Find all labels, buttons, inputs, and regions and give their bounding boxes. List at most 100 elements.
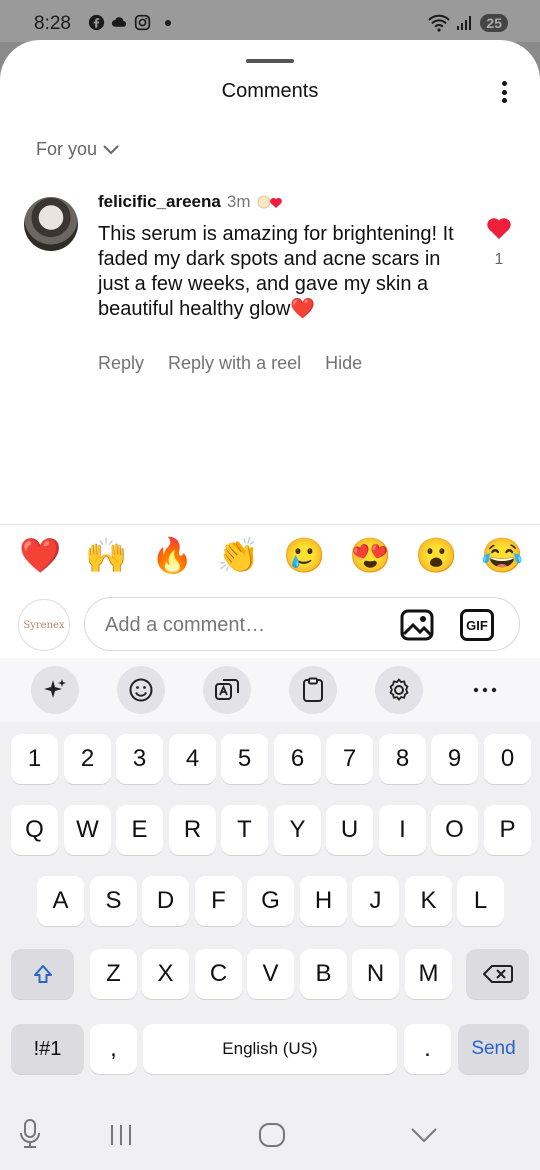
image-icon xyxy=(400,609,434,641)
key-9[interactable]: 9 xyxy=(431,734,478,784)
clipboard-button[interactable] xyxy=(289,666,337,714)
translate-icon xyxy=(215,679,239,700)
backspace-key[interactable] xyxy=(466,949,529,999)
comma-key[interactable]: , xyxy=(90,1024,137,1074)
key-h[interactable]: H xyxy=(300,876,347,926)
key-g[interactable]: G xyxy=(247,876,294,926)
reply-with-reel-button[interactable]: Reply with a reel xyxy=(168,353,301,374)
ai-tools-button[interactable] xyxy=(31,666,79,714)
heart-icon xyxy=(487,218,511,239)
status-time: 8:28 xyxy=(34,13,71,34)
cloud-icon xyxy=(111,17,127,27)
key-c[interactable]: C xyxy=(195,949,242,999)
key-0[interactable]: 0 xyxy=(484,734,531,784)
hide-button[interactable]: Hide xyxy=(325,353,362,374)
sheet-title: Comments xyxy=(221,80,319,102)
more-dot xyxy=(501,98,507,103)
reaction-surprised[interactable]: 😮 xyxy=(415,536,457,576)
key-t[interactable]: T xyxy=(221,805,268,855)
chevron-down-icon xyxy=(103,144,119,154)
hide-keyboard-icon[interactable] xyxy=(410,1126,438,1144)
key-5[interactable]: 5 xyxy=(221,734,268,784)
symbols-key[interactable]: !#1 xyxy=(11,1024,84,1074)
key-l[interactable]: L xyxy=(457,876,504,926)
emoji-keyboard-button[interactable] xyxy=(117,666,165,714)
key-p[interactable]: P xyxy=(484,805,531,855)
key-m[interactable]: M xyxy=(405,949,452,999)
period-key[interactable]: . xyxy=(404,1024,451,1074)
comments-sheet: Comments For you felicific_areena 3m Thi… xyxy=(0,40,540,658)
key-2[interactable]: 2 xyxy=(64,734,111,784)
key-k[interactable]: K xyxy=(405,876,452,926)
key-y[interactable]: Y xyxy=(274,805,321,855)
keyboard-toolbar xyxy=(0,658,540,722)
status-notification-icons xyxy=(88,14,171,31)
send-key[interactable]: Send xyxy=(458,1024,529,1074)
more-notifications-dot xyxy=(165,19,171,26)
battery-indicator: 25 xyxy=(480,14,508,32)
wifi-icon xyxy=(428,14,451,32)
comment-username[interactable]: felicific_areena xyxy=(98,192,221,212)
like-comment-button[interactable]: 1 xyxy=(484,216,514,269)
keyboard-more-button[interactable] xyxy=(461,666,509,714)
translate-button[interactable] xyxy=(203,666,251,714)
reaction-fire[interactable]: 🔥 xyxy=(151,536,193,576)
key-1[interactable]: 1 xyxy=(11,734,58,784)
reply-button[interactable]: Reply xyxy=(98,353,144,374)
avatar[interactable] xyxy=(24,197,78,251)
reaction-tear-smile[interactable]: 🥲 xyxy=(283,536,325,576)
account-avatar[interactable]: Syrenex xyxy=(18,599,70,651)
sparkle-icon xyxy=(44,679,66,698)
key-3[interactable]: 3 xyxy=(116,734,163,784)
key-4[interactable]: 4 xyxy=(169,734,216,784)
comment-input[interactable] xyxy=(105,610,385,640)
quick-reactions-bar: ❤️ 🙌 🔥 👏 🥲 😍 😮 😂 xyxy=(0,536,540,576)
keyboard-number-row: 1 2 3 4 5 6 7 8 9 0 xyxy=(0,734,540,786)
reaction-heart[interactable]: ❤️ xyxy=(19,536,61,576)
key-a[interactable]: A xyxy=(37,876,84,926)
key-6[interactable]: 6 xyxy=(274,734,321,784)
clipboard-icon xyxy=(303,677,323,702)
key-w[interactable]: W xyxy=(64,805,111,855)
microphone-icon[interactable] xyxy=(18,1118,42,1150)
reaction-heart-eyes[interactable]: 😍 xyxy=(349,536,391,576)
key-n[interactable]: N xyxy=(352,949,399,999)
comment-text: This serum is amazing for brightening! I… xyxy=(98,223,454,320)
key-s[interactable]: S xyxy=(90,876,137,926)
key-o[interactable]: O xyxy=(431,805,478,855)
key-f[interactable]: F xyxy=(195,876,242,926)
add-image-button[interactable] xyxy=(399,607,435,643)
reaction-clapping[interactable]: 👏 xyxy=(217,536,259,576)
key-d[interactable]: D xyxy=(142,876,189,926)
shift-key[interactable] xyxy=(11,949,74,999)
key-r[interactable]: R xyxy=(169,805,216,855)
sort-filter-dropdown[interactable]: For you xyxy=(36,139,119,160)
comment-composer: Syrenex GIF xyxy=(0,595,540,655)
smiley-icon xyxy=(129,678,153,702)
reaction-laughing[interactable]: 😂 xyxy=(481,536,523,576)
key-z[interactable]: Z xyxy=(90,949,137,999)
key-8[interactable]: 8 xyxy=(379,734,426,784)
keyboard-settings-button[interactable] xyxy=(375,666,423,714)
like-count: 1 xyxy=(494,251,504,268)
recent-apps-icon[interactable] xyxy=(108,1124,134,1146)
gif-button[interactable]: GIF xyxy=(460,609,494,641)
reaction-raised-hands[interactable]: 🙌 xyxy=(85,536,127,576)
more-options-button[interactable] xyxy=(492,78,516,106)
on-screen-keyboard: 1 2 3 4 5 6 7 8 9 0 Q W E R T Y U I O P … xyxy=(0,658,540,1088)
key-q[interactable]: Q xyxy=(11,805,58,855)
key-7[interactable]: 7 xyxy=(326,734,373,784)
key-b[interactable]: B xyxy=(300,949,347,999)
key-u[interactable]: U xyxy=(326,805,373,855)
key-x[interactable]: X xyxy=(142,949,189,999)
home-icon[interactable] xyxy=(258,1122,286,1148)
key-j[interactable]: J xyxy=(352,876,399,926)
key-i[interactable]: I xyxy=(379,805,426,855)
drag-handle[interactable] xyxy=(246,59,294,63)
more-dot xyxy=(501,89,507,95)
key-e[interactable]: E xyxy=(116,805,163,855)
system-navigation-bar xyxy=(0,1088,540,1170)
space-key[interactable]: English (US) xyxy=(143,1024,397,1074)
key-v[interactable]: V xyxy=(247,949,294,999)
instagram-icon xyxy=(134,14,151,31)
